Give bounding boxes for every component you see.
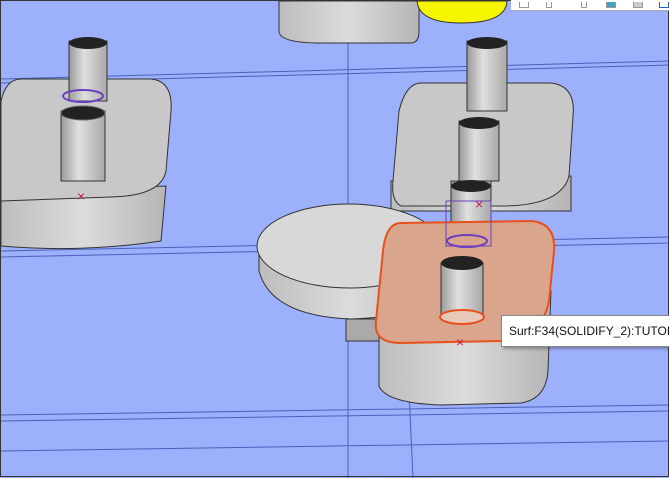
point-marker: × (456, 334, 464, 350)
render-icon[interactable] (633, 2, 643, 8)
point-marker: × (475, 196, 483, 212)
point-icon[interactable] (546, 2, 552, 8)
view-icon[interactable] (519, 2, 529, 8)
point-marker: × (77, 188, 85, 204)
top-boss (278, 1, 508, 44)
3d-viewport[interactable]: × × × (0, 0, 669, 478)
tooltip-text: Surf:F34(SOLIDIFY_2):TUTOR_B (509, 324, 669, 338)
frame-icon[interactable] (659, 2, 669, 8)
view-toolbar (511, 0, 669, 11)
model-scene: × × × (1, 1, 669, 478)
highlighted-block: × × (374, 196, 556, 406)
point-icon[interactable] (581, 2, 587, 8)
display-icon[interactable] (606, 2, 616, 8)
left-block: × (1, 37, 172, 250)
tooltip: Surf:F34(SOLIDIFY_2):TUTOR_B (501, 315, 669, 347)
